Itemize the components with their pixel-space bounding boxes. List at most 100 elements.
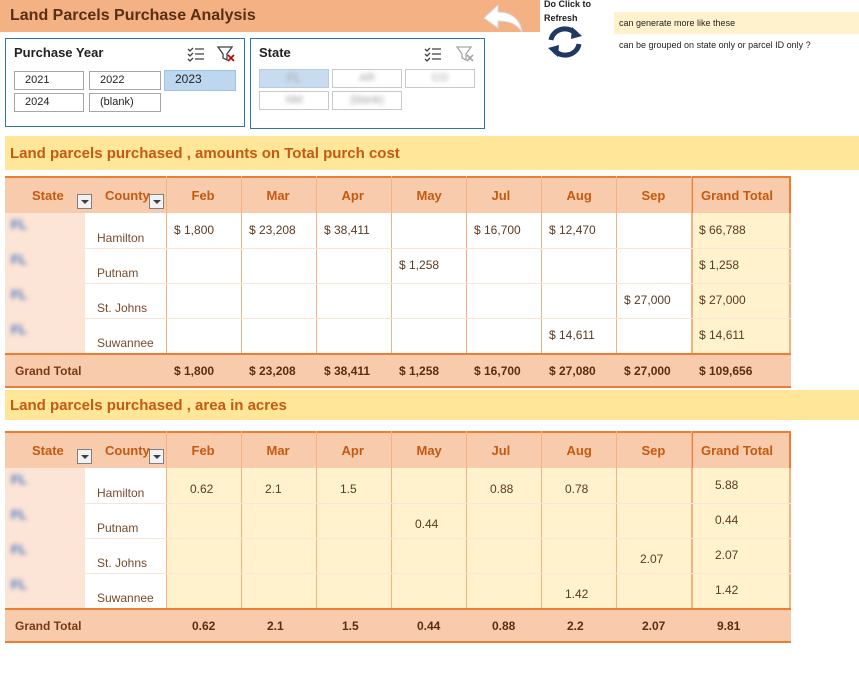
value-cell: 0.44 xyxy=(415,517,439,531)
section-title-acres: Land parcels purchased , area in acres xyxy=(10,397,287,414)
column-header-mar: Mar xyxy=(266,188,290,203)
year-blank-chip[interactable]: (blank) xyxy=(89,93,161,112)
county-label: Suwannee xyxy=(97,591,154,605)
state-co-chip[interactable]: CO xyxy=(405,69,475,88)
column-header-state: State xyxy=(32,443,64,458)
state-label: FL xyxy=(11,507,27,522)
county-filter-dropdown[interactable] xyxy=(149,194,164,209)
row-divider xyxy=(5,283,791,284)
state-label: FL xyxy=(11,252,27,267)
value-cell: 0.78 xyxy=(565,482,589,496)
value-cell: $ 12,470 xyxy=(549,223,596,237)
value-cell: $ 27,000 xyxy=(699,293,746,307)
year-2021-chip[interactable]: 2021 xyxy=(14,71,84,90)
value-cell: 0.62 xyxy=(190,482,214,496)
value-cell: 2.07 xyxy=(715,548,739,562)
county-label: St. Johns xyxy=(97,301,148,315)
clear-filter-icon[interactable] xyxy=(455,44,475,64)
grand-total-value: $ 23,208 xyxy=(249,364,296,378)
column-header-apr: Apr xyxy=(341,188,364,203)
grand-total-value: $ 1,800 xyxy=(174,364,215,378)
multi-select-icon[interactable] xyxy=(186,44,206,64)
column-header-sep: Sep xyxy=(641,443,666,458)
column-header-jul: Jul xyxy=(491,443,511,458)
value-cell: $ 1,258 xyxy=(699,258,740,272)
state-nm-chip[interactable]: NM xyxy=(259,91,329,110)
pivot-table-amounts: State County Feb Mar Apr May Jul Aug Sep Grand To… xyxy=(5,176,791,391)
slicer-title: State xyxy=(259,45,291,60)
value-cell: $ 14,611 xyxy=(699,328,745,342)
grand-total-row xyxy=(5,608,791,643)
grand-total-value: 2.1 xyxy=(267,619,284,633)
chip-label: (blank) xyxy=(350,94,384,106)
row-divider xyxy=(5,248,791,249)
value-cell: 1.5 xyxy=(340,482,357,496)
column-header-grand-total: Grand Total xyxy=(701,188,773,203)
value-cell: 2.07 xyxy=(640,552,664,566)
year-2022-chip[interactable]: 2022 xyxy=(89,71,161,90)
grand-total-row xyxy=(5,353,791,388)
grand-total-value: 0.62 xyxy=(192,619,216,633)
slicer-title: Purchase Year xyxy=(14,45,104,60)
grand-total-value: 9.81 xyxy=(717,619,741,633)
grand-total-value: $ 16,700 xyxy=(474,364,521,378)
column-header-may: May xyxy=(416,443,442,458)
column-header-jul: Jul xyxy=(491,188,511,203)
column-header-grand-total: Grand Total xyxy=(701,443,773,458)
county-label: Hamilton xyxy=(97,486,145,500)
state-blank-chip[interactable]: (blank) xyxy=(332,91,402,110)
grand-total-value: $ 109,656 xyxy=(699,364,753,378)
value-cell: 5.88 xyxy=(715,478,739,492)
column-header-apr: Apr xyxy=(341,443,364,458)
row-divider xyxy=(5,318,791,319)
state-label: FL xyxy=(11,577,27,592)
column-header-aug: Aug xyxy=(566,443,592,458)
state-ar-chip[interactable]: AR xyxy=(332,69,402,88)
county-filter-dropdown[interactable] xyxy=(149,449,164,464)
grand-total-label: Grand Total xyxy=(15,619,82,633)
year-2023-chip[interactable]: 2023 xyxy=(164,70,236,91)
chip-label: NM xyxy=(285,94,303,106)
column-header-mar: Mar xyxy=(266,443,290,458)
grand-total-value: $ 38,411 xyxy=(324,364,371,378)
grand-total-value: 2.2 xyxy=(567,619,584,633)
note-grouping: can be grouped on state only or parcel I… xyxy=(619,40,811,50)
value-cell: $ 1,800 xyxy=(174,223,215,237)
value-cell: 2.1 xyxy=(265,482,282,496)
row-divider xyxy=(5,573,791,574)
county-label: Putnam xyxy=(97,266,139,280)
value-cell: $ 23,208 xyxy=(249,223,296,237)
county-label: Hamilton xyxy=(97,231,145,245)
clear-filter-icon[interactable] xyxy=(216,44,236,64)
row-divider xyxy=(5,538,791,539)
year-2024-chip[interactable]: 2024 xyxy=(14,93,84,112)
column-header-state: State xyxy=(32,188,64,203)
value-cell: $ 66,788 xyxy=(699,223,746,237)
pivot-table-acres: State County Feb Mar Apr May Jul Aug Sep Grand To… xyxy=(5,431,791,646)
grand-total-label: Grand Total xyxy=(15,364,82,378)
column-header-feb: Feb xyxy=(191,443,215,458)
state-label: FL xyxy=(11,322,27,337)
multi-select-icon[interactable] xyxy=(423,44,443,64)
state-filter-dropdown[interactable] xyxy=(77,194,92,209)
grand-total-value: $ 27,080 xyxy=(549,364,596,378)
value-cell: 1.42 xyxy=(565,587,589,601)
section-title-amounts: Land parcels purchased , amounts on Tota… xyxy=(10,145,400,162)
refresh-icon[interactable] xyxy=(545,25,585,59)
state-filter-dropdown[interactable] xyxy=(77,449,92,464)
county-label: St. Johns xyxy=(97,556,148,570)
grand-total-value: $ 1,258 xyxy=(399,364,440,378)
state-fl-chip[interactable]: FL xyxy=(259,69,329,88)
chip-label: CO xyxy=(431,72,449,84)
value-cell: 0.44 xyxy=(715,513,739,527)
column-header-aug: Aug xyxy=(566,188,592,203)
grand-total-value: 2.07 xyxy=(642,619,666,633)
state-slicer: State FL AR CO NM (blank) xyxy=(250,38,485,129)
column-header-may: May xyxy=(416,188,442,203)
chip-label: AR xyxy=(359,72,375,84)
county-label: Suwannee xyxy=(97,336,154,350)
state-label: FL xyxy=(11,287,27,302)
county-label: Putnam xyxy=(97,521,139,535)
value-cell: $ 38,411 xyxy=(324,223,370,237)
back-arrow-icon[interactable] xyxy=(478,0,526,36)
